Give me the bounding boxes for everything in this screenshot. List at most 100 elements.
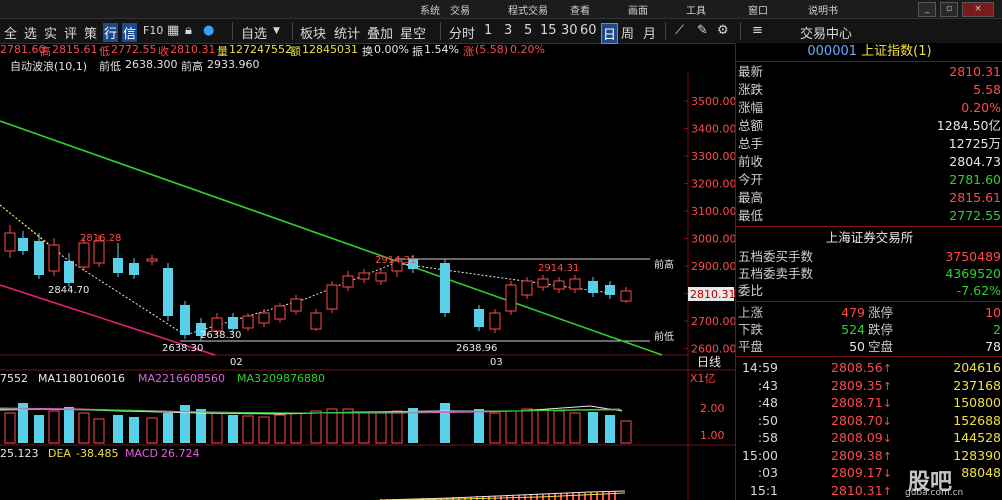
period-intraday[interactable]: 分时	[449, 23, 475, 42]
minimize-button[interactable]: _	[918, 2, 936, 17]
tick-time: 15:00	[741, 447, 778, 463]
stat-value: 2810.31	[949, 64, 1001, 79]
lock-icon[interactable]: 🔒︎	[185, 23, 192, 38]
tool-overlay[interactable]: 叠加	[367, 23, 393, 42]
breadth-label-2: 空盘	[868, 339, 894, 354]
book-row-0: 五档委买手数 3750489	[736, 248, 1002, 265]
macd-bar	[590, 492, 592, 500]
watermark-url: guba.com.cn	[905, 488, 964, 498]
period-60min[interactable]: 60	[580, 23, 597, 38]
period-label: 日线	[697, 355, 721, 369]
candle-body	[4, 232, 16, 252]
trade-center-button[interactable]: 交易中心	[800, 23, 852, 42]
tick-price: 2808.70↓	[831, 412, 892, 428]
tool-all[interactable]: 全	[4, 23, 17, 42]
menu-program-trade[interactable]: 程式交易	[508, 2, 548, 17]
stat-row-4: 总手 12725万	[736, 135, 1002, 152]
candle-body	[521, 280, 533, 296]
tick-price: 2808.09↓	[831, 430, 892, 445]
candle-body	[129, 263, 139, 275]
tick-row: :50 2808.70↓ 152688	[736, 412, 1002, 429]
period-week[interactable]: 周	[621, 23, 634, 42]
settings-icon[interactable]: ⚙	[717, 23, 729, 38]
vol-unit: X1亿	[690, 372, 716, 385]
book-value: 4369520	[945, 266, 1001, 281]
tab-info[interactable]: 信	[122, 23, 138, 42]
period-5min[interactable]: 5	[524, 23, 532, 38]
menu-screen[interactable]: 画面	[628, 2, 648, 17]
volume-bar	[258, 416, 270, 444]
stat-row-5: 前收 2804.73	[736, 153, 1002, 170]
stat-value: 0.20%	[961, 100, 1001, 115]
tool-select[interactable]: 选	[24, 23, 37, 42]
prev-low-label: 前低	[99, 60, 121, 73]
volume-bar	[553, 410, 565, 444]
menu-system[interactable]: 系统	[420, 2, 440, 17]
period-30min[interactable]: 30	[561, 23, 578, 38]
grid-icon[interactable]: ▦	[167, 23, 179, 38]
annotation-low-c: 2638.96	[456, 343, 497, 354]
breadth-count-2: 2	[993, 322, 1001, 337]
amt-label: 额	[290, 45, 301, 58]
tool-sector[interactable]: 板块	[300, 23, 326, 42]
tool-stats[interactable]: 统计	[334, 23, 360, 42]
candle-body	[553, 280, 565, 290]
breadth-count: 524	[841, 322, 865, 337]
candle-body	[34, 241, 44, 275]
annotation-high-1: 2816.28	[80, 233, 121, 244]
stat-label: 最低	[738, 208, 764, 223]
breadth-row-0: 上涨 479 涨停 10	[736, 304, 1002, 321]
volume-bar	[521, 408, 533, 444]
candle-body	[163, 268, 173, 316]
annotation-2844: 2844.70	[48, 285, 89, 296]
play-icon[interactable]: ●	[203, 23, 214, 38]
list-icon[interactable]: ≡	[752, 23, 763, 38]
period-3min[interactable]: 3	[504, 23, 512, 38]
menu-manual[interactable]: 说明书	[808, 2, 838, 17]
candle-body	[242, 315, 254, 329]
tool-review[interactable]: 评	[64, 23, 77, 42]
low-label: 低	[99, 45, 110, 58]
high-label: 高	[40, 45, 51, 58]
period-day[interactable]: 日	[601, 23, 619, 44]
tick-row: :43 2809.35↑ 237168	[736, 377, 1002, 394]
close-button[interactable]: ×	[962, 2, 994, 17]
menu-view[interactable]: 查看	[570, 2, 590, 17]
candle-body	[310, 312, 322, 330]
maximize-button[interactable]: ▫	[940, 2, 958, 17]
draw-line-icon[interactable]: ⟋	[675, 23, 684, 38]
tab-quote[interactable]: 行	[103, 23, 119, 42]
tick-time: 15:1	[749, 482, 778, 498]
volume-bar	[64, 407, 74, 443]
period-1min[interactable]: 1	[484, 23, 492, 38]
macd-bar	[596, 492, 598, 500]
menu-trade[interactable]: 交易	[450, 2, 470, 17]
y-tick-label: 2700.00	[691, 315, 735, 328]
stat-row-2: 涨幅 0.20%	[736, 99, 1002, 116]
toolbar: 全 选 实 评 策 行 信 F10 ▦ 🔒︎ ● 自选 ▼ 板块 统计 叠加 星…	[0, 19, 1002, 44]
tool-starry[interactable]: 星空	[400, 23, 426, 42]
menu-window[interactable]: 窗口	[748, 2, 768, 17]
candle-body	[569, 278, 581, 290]
chevron-down-icon[interactable]: ▼	[273, 26, 280, 36]
tool-f10[interactable]: F10	[143, 24, 163, 37]
stat-label: 今开	[738, 172, 764, 187]
tool-realtime[interactable]: 实	[44, 23, 57, 42]
self-select-dropdown[interactable]: 自选	[241, 23, 267, 42]
breadth-row-2: 平盘 50 空盘 78	[736, 338, 1002, 355]
breadth-count: 50	[849, 339, 865, 354]
stat-row-6: 今开 2781.60	[736, 171, 1002, 188]
tick-volume: 237168	[953, 377, 1001, 393]
tick-time: :43	[757, 377, 778, 393]
period-15min[interactable]: 15	[540, 23, 557, 38]
volume-bar	[474, 409, 484, 443]
kline-chart[interactable]: 3500.00 3400.00 3300.00 3200.00 3100.00 3000.…	[0, 73, 735, 500]
menu-tools[interactable]: 工具	[686, 2, 706, 17]
breadth-label: 下跌	[738, 322, 764, 337]
stat-value: 2781.60	[949, 172, 1001, 187]
tool-strategy[interactable]: 策	[84, 23, 97, 42]
pencil-icon[interactable]: ✎	[697, 23, 708, 38]
period-month[interactable]: 月	[643, 23, 656, 42]
breadth-row-1: 下跌 524 跌停 2	[736, 321, 1002, 338]
ma3-label: MA3	[237, 372, 261, 385]
